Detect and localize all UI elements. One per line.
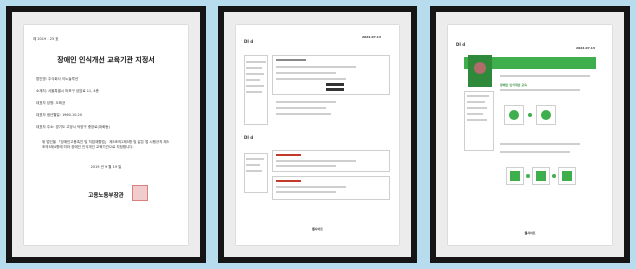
doc-logo: DI d	[456, 42, 466, 47]
section-heading: 장애인 인식개선 교육	[500, 83, 527, 87]
certificate-title: 장애인 인식개선 교육기관 지정서	[57, 56, 155, 64]
certificate-field: 소재지: 서울특별시 마포구 성암로 11, 4층	[36, 89, 99, 93]
certificate-field: 대표자 생년월일: 1960.10.20	[36, 113, 82, 117]
profile-sidebar	[464, 91, 494, 151]
certificate-paper: 제 2019 - 25 호 장애인 인식개선 교육기관 지정서 법인명: 주식회…	[24, 25, 188, 245]
certificate-body-text: 위 법인을 「장애인고용촉진 및 직업재활법」 제5조의2제5항 및 같은 법 …	[42, 140, 169, 149]
certificate-field: 법인명: 주식회사 이노솔루션	[36, 77, 79, 81]
icon-card	[532, 167, 550, 185]
frame-mat: 제 2019 - 25 호 장애인 인식개선 교육기관 지정서 법인명: 주식회…	[12, 12, 200, 257]
step-dot	[552, 174, 556, 178]
frame-website-doc-1: DI d 2022.07.13 DI d 웹사이트	[218, 6, 417, 263]
certificate-field: 대표자 성명: 오희균	[36, 101, 66, 105]
icon-card	[506, 167, 524, 185]
avatar	[468, 55, 492, 87]
step-dot	[526, 174, 530, 178]
doc-date: 2022.07.13	[576, 46, 595, 50]
certificate-number: 제 2019 - 25 호	[33, 37, 59, 41]
step-dot	[528, 113, 532, 117]
official-seal-icon	[132, 185, 148, 201]
doc-date: 2022.07.13	[362, 35, 381, 39]
certificate-date: 2019 년 9 월 19 일	[90, 165, 122, 169]
doc-section-logo: DI d	[244, 135, 254, 140]
website-doc-paper: DI d 2022.07.13 장애인 인식개선 교육 웹사이트	[448, 25, 612, 245]
icon-card	[536, 105, 556, 125]
doc-footer: 웹사이트	[311, 227, 324, 231]
frame-mat: DI d 2022.07.13 장애인 인식개선 교육 웹사이트	[436, 12, 624, 257]
frame-mat: DI d 2022.07.13 DI d 웹사이트	[224, 12, 411, 257]
certificate-field: 대표자 주소: 경기도 고양시 덕양구 충장로(대화동)	[36, 125, 110, 129]
frame-website-doc-2: DI d 2022.07.13 장애인 인식개선 교육 웹사이트	[430, 6, 630, 263]
doc-logo: DI d	[244, 39, 254, 44]
certificate-issuer: 고용노동부장관	[88, 193, 124, 199]
frame-certificate: 제 2019 - 25 호 장애인 인식개선 교육기관 지정서 법인명: 주식회…	[6, 6, 206, 263]
icon-card	[558, 167, 576, 185]
doc-button	[326, 88, 344, 91]
icon-card	[504, 105, 524, 125]
sidebar-panel	[244, 55, 268, 125]
doc-button	[326, 83, 344, 86]
doc-footer: 웹사이트	[524, 231, 536, 235]
website-doc-paper: DI d 2022.07.13 DI d 웹사이트	[236, 25, 399, 245]
